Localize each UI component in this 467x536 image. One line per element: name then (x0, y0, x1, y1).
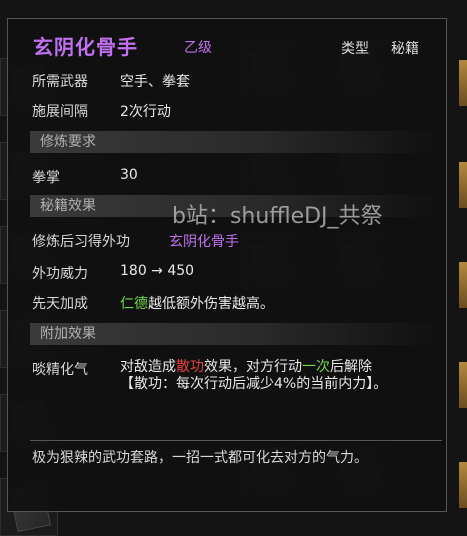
side-portrait (459, 60, 467, 106)
watermark: b站：shuffleDJ_共祭 (172, 204, 383, 229)
item-grade: 乙级 (184, 40, 212, 56)
type-value: 秘籍 (391, 41, 419, 57)
side-portrait (459, 362, 467, 408)
flavor-text: 极为狠辣的武功套路，一招一式都可化去对方的气力。 (32, 450, 368, 466)
training-label: 拳掌 (32, 170, 60, 186)
power-label: 外功威力 (32, 266, 88, 282)
extra-text: 效果，对方行动 (204, 359, 302, 375)
extra-text: 【散功：每次行动后减少4%的当前内力】。 (120, 376, 388, 392)
side-portrait (459, 462, 467, 508)
interval-label: 施展间隔 (32, 104, 88, 120)
item-name: 玄阴化骨手 (33, 35, 138, 59)
extra-text: 后解除 (330, 359, 372, 375)
extra-text: 对敌造成 (120, 359, 176, 375)
type-label: 类型 (341, 41, 369, 57)
innate-label: 先天加成 (32, 296, 88, 312)
power-value: 180 → 450 (120, 263, 195, 279)
innate-trait: 仁德 (120, 296, 148, 312)
divider (30, 440, 442, 441)
item-tooltip: 玄阴化骨手 乙级 类型 秘籍 所需武器 空手、拳套 施展间隔 2次行动 修炼要求… (7, 18, 447, 512)
innate-text: 越低额外伤害越高。 (148, 296, 274, 312)
side-portrait (459, 162, 467, 208)
weapon-value: 空手、拳套 (120, 74, 190, 90)
weapon-label: 所需武器 (32, 74, 88, 90)
keyword-dispel: 散功 (176, 359, 204, 375)
count-highlight: 一次 (302, 359, 330, 375)
unlock-skill: 玄阴化骨手 (169, 234, 239, 250)
training-value: 30 (120, 167, 138, 183)
section-extra-effect: 附加效果 (30, 323, 440, 345)
unlock-label: 修炼后习得外功 (32, 234, 130, 250)
side-portrait (459, 262, 467, 308)
innate-bonus: 仁德越低额外伤害越高。 (120, 293, 274, 313)
extra-effect-name: 啖精化气 (32, 362, 88, 378)
section-training-requirement: 修炼要求 (30, 131, 440, 153)
extra-effect-description: 对敌造成散功效果，对方行动一次后解除 【散功：每次行动后减少4%的当前内力】。 (120, 359, 436, 393)
interval-value: 2次行动 (120, 104, 171, 120)
